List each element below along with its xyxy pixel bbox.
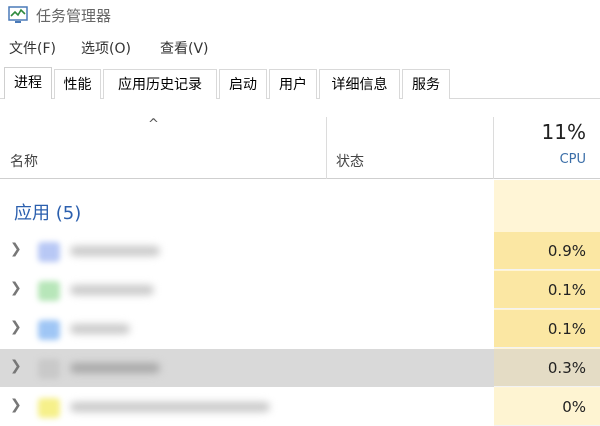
column-divider[interactable] — [326, 117, 327, 179]
app-icon — [38, 320, 60, 340]
column-divider[interactable] — [493, 117, 494, 179]
task-manager-icon — [8, 6, 28, 23]
process-name-redacted — [70, 324, 130, 334]
title-bar: 任务管理器 — [0, 0, 600, 32]
app-icon — [38, 242, 60, 262]
column-status[interactable]: 状态 — [336, 151, 364, 171]
column-header: ^ 名称 状态 11% CPU — [0, 117, 600, 179]
chevron-right-icon[interactable]: ❯ — [10, 358, 22, 374]
app-icon — [38, 359, 60, 379]
column-name[interactable]: 名称 — [10, 151, 38, 171]
cpu-cell: 0.1% — [494, 271, 600, 309]
cpu-cell: 0.3% — [494, 349, 600, 387]
menu-view[interactable]: 查看(V) — [160, 38, 209, 58]
menu-file[interactable]: 文件(F) — [9, 38, 56, 58]
window-title: 任务管理器 — [36, 7, 112, 25]
app-icon — [38, 281, 60, 301]
cpu-value: 0.1% — [547, 320, 586, 338]
process-row[interactable]: ❯ 0.1% — [0, 310, 600, 348]
tab-bar: 进程 性能 应用历史记录 启动 用户 详细信息 服务 — [0, 67, 600, 99]
column-cpu[interactable]: CPU — [560, 152, 586, 167]
tab-users[interactable]: 用户 — [269, 69, 317, 99]
group-apps-header: 应用 (5) — [14, 203, 82, 224]
tab-services[interactable]: 服务 — [402, 69, 450, 99]
process-row[interactable]: ❯ 0% — [0, 388, 600, 426]
sort-ascending-icon: ^ — [148, 117, 159, 132]
chevron-right-icon[interactable]: ❯ — [10, 241, 22, 257]
process-name-redacted — [70, 285, 154, 295]
cpu-total-percent: 11% — [541, 120, 586, 144]
cpu-cell: 0% — [494, 388, 600, 426]
cpu-value: 0.9% — [547, 242, 586, 260]
chevron-right-icon[interactable]: ❯ — [10, 319, 22, 335]
menu-bar: 文件(F) 选项(O) 查看(V) — [0, 36, 600, 60]
chevron-right-icon[interactable]: ❯ — [10, 397, 22, 413]
menu-options[interactable]: 选项(O) — [81, 38, 131, 58]
process-row-selected[interactable]: ❯ 0.3% — [0, 349, 600, 387]
cpu-cell: 0.9% — [494, 232, 600, 270]
tab-details[interactable]: 详细信息 — [319, 69, 400, 99]
tab-app-history[interactable]: 应用历史记录 — [103, 69, 217, 99]
process-row[interactable]: ❯ 0.9% — [0, 232, 600, 270]
cpu-value: 0.1% — [547, 281, 586, 299]
chevron-right-icon[interactable]: ❯ — [10, 280, 22, 296]
process-name-redacted — [70, 246, 160, 256]
tab-startup[interactable]: 启动 — [219, 69, 267, 99]
cpu-value: 0.3% — [547, 359, 586, 377]
tab-performance[interactable]: 性能 — [54, 69, 101, 99]
app-icon — [38, 398, 60, 418]
process-name-redacted — [70, 402, 270, 412]
cpu-value: 0% — [562, 398, 586, 416]
process-row[interactable]: ❯ 0.1% — [0, 271, 600, 309]
tab-processes[interactable]: 进程 — [4, 67, 52, 99]
process-name-redacted — [70, 363, 160, 373]
cpu-cell: 0.1% — [494, 310, 600, 348]
